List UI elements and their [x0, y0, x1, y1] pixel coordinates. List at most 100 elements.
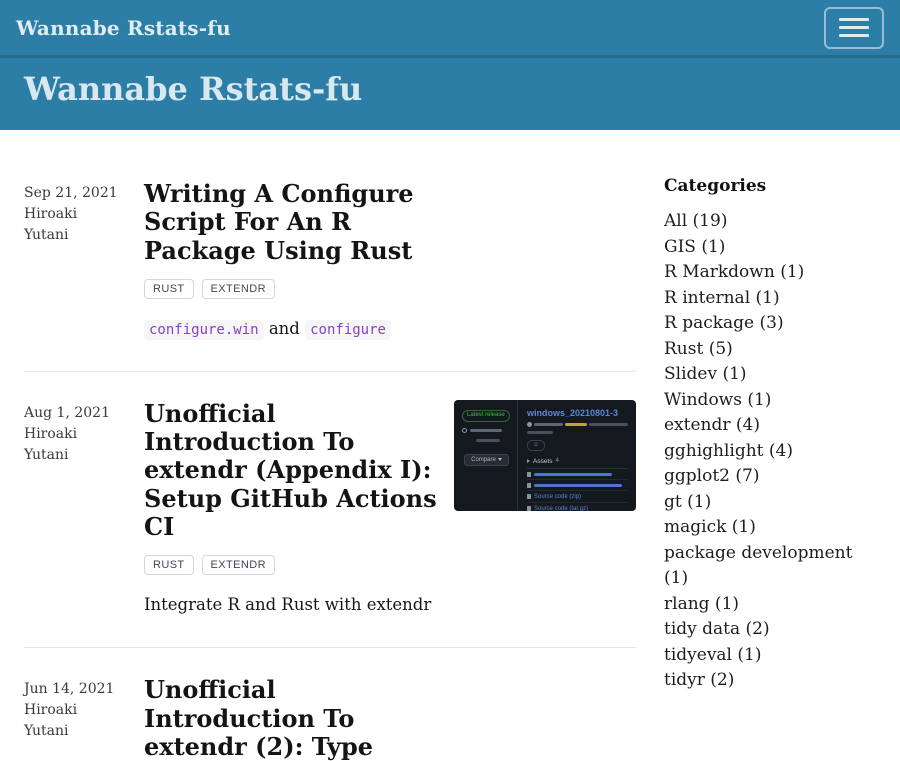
- post-description: configure.win and configure: [144, 317, 636, 341]
- file-icon: [527, 472, 531, 477]
- tag-badge: EXTENDR: [202, 279, 275, 299]
- navbar: Wannabe Rstats-fu: [0, 0, 900, 58]
- asset-row: [527, 480, 628, 491]
- post-date: Aug 1, 2021: [24, 403, 144, 424]
- highlight-bar: [565, 423, 587, 426]
- category-link[interactable]: Windows (1): [664, 390, 771, 410]
- tag-badge: EXTENDR: [202, 555, 275, 575]
- post-meta: Aug 1, 2021 Hiroaki Yutani: [24, 396, 144, 617]
- post-item: Sep 21, 2021 Hiroaki Yutani Writing A Co…: [24, 176, 636, 372]
- thumbnail-release-body: windows_20210801-3 ☺: [518, 400, 636, 511]
- inline-code: configure.win: [144, 320, 264, 340]
- post-meta: Sep 21, 2021 Hiroaki Yutani: [24, 176, 144, 341]
- asset-row: Source code (zip): [527, 491, 628, 503]
- commit-hash-bar: [476, 439, 500, 442]
- tag-badge: RUST: [144, 555, 194, 575]
- site-banner: Wannabe Rstats-fu: [0, 58, 900, 130]
- post-meta: Jun 14, 2021 Hiroaki Yutani: [24, 672, 144, 761]
- category-item: gt (1): [664, 490, 876, 516]
- release-subtext-line: [527, 431, 628, 434]
- category-link[interactable]: R internal (1): [664, 288, 780, 308]
- categories-heading: Categories: [664, 176, 876, 196]
- category-item: tidyr (2): [664, 668, 876, 694]
- inline-code: configure: [305, 320, 391, 340]
- file-icon: [527, 494, 531, 499]
- tag-icon: [462, 428, 467, 433]
- post-tags: RUST EXTENDR: [144, 279, 636, 299]
- asset-link-bar: [534, 473, 612, 476]
- site-title[interactable]: Wannabe Rstats-fu: [24, 70, 876, 108]
- category-item: R package (3): [664, 311, 876, 337]
- category-link[interactable]: Rust (5): [664, 339, 733, 359]
- category-link[interactable]: tidy data (2): [664, 619, 770, 639]
- asset-row: [527, 469, 628, 480]
- assets-heading: Assets 4: [527, 458, 628, 465]
- release-title: windows_20210801-3: [527, 408, 628, 418]
- post-title-link[interactable]: Unofficial Introduction To extendr (Appe…: [144, 400, 444, 542]
- title-row: Unofficial Introduction To extendr (Appe…: [144, 396, 636, 542]
- category-link[interactable]: package development (1): [664, 543, 852, 589]
- category-link[interactable]: magick (1): [664, 517, 756, 537]
- post-thumbnail[interactable]: Latest release Compare windows_2021: [454, 400, 636, 511]
- post-body: Writing A Configure Script For An R Pack…: [144, 176, 636, 341]
- category-item: Rust (5): [664, 337, 876, 363]
- avatar: [527, 422, 532, 427]
- categories-list: All (19) GIS (1) R Markdown (1) R internal …: [664, 209, 876, 694]
- post-title-link[interactable]: Unofficial Introduction To extendr (2): …: [144, 676, 444, 761]
- post-item: Aug 1, 2021 Hiroaki Yutani Unofficial In…: [24, 396, 636, 648]
- category-item: ggplot2 (7): [664, 464, 876, 490]
- post-list: Sep 21, 2021 Hiroaki Yutani Writing A Co…: [24, 176, 636, 761]
- category-link[interactable]: gt (1): [664, 492, 711, 512]
- compare-button: Compare: [464, 454, 509, 466]
- category-link[interactable]: GIS (1): [664, 237, 725, 257]
- post-date: Jun 14, 2021: [24, 679, 144, 700]
- category-link[interactable]: tidyr (2): [664, 670, 734, 690]
- category-link[interactable]: rlang (1): [664, 594, 739, 614]
- category-item: R internal (1): [664, 286, 876, 312]
- post-author: Hiroaki Yutani: [24, 424, 88, 466]
- post-body: Unofficial Introduction To extendr (2): …: [144, 672, 636, 761]
- file-icon: [527, 483, 531, 488]
- category-item: extendr (4): [664, 413, 876, 439]
- category-item: All (19): [664, 209, 876, 235]
- category-link[interactable]: Slidev (1): [664, 364, 747, 384]
- category-link[interactable]: R Markdown (1): [664, 262, 804, 282]
- asset-row: Source code (tar.gz): [527, 503, 628, 511]
- category-item: GIS (1): [664, 235, 876, 261]
- tag-badge: RUST: [144, 279, 194, 299]
- hamburger-icon: [839, 26, 869, 29]
- category-item: package development (1): [664, 541, 876, 592]
- hamburger-icon: [839, 18, 869, 21]
- content-area: Sep 21, 2021 Hiroaki Yutani Writing A Co…: [0, 130, 900, 761]
- post-tags: RUST EXTENDR: [144, 555, 636, 575]
- category-item: tidyeval (1): [664, 643, 876, 669]
- release-tag-row: [462, 428, 511, 433]
- caret-down-icon: [498, 458, 502, 461]
- post-author: Hiroaki Yutani: [24, 204, 88, 246]
- post-item: Jun 14, 2021 Hiroaki Yutani Unofficial I…: [24, 672, 636, 761]
- file-icon: [527, 506, 531, 511]
- post-title-link[interactable]: Writing A Configure Script For An R Pack…: [144, 180, 444, 265]
- source-zip-link: Source code (zip): [534, 494, 581, 500]
- category-item: gghighlight (4): [664, 439, 876, 465]
- categories-sidebar: Categories All (19) GIS (1) R Markdown (1)…: [664, 176, 876, 761]
- category-link[interactable]: R package (3): [664, 313, 784, 333]
- category-link[interactable]: extendr (4): [664, 415, 760, 435]
- navbar-toggler-button[interactable]: [824, 7, 884, 49]
- category-link[interactable]: All (19): [664, 211, 727, 231]
- category-item: Slidev (1): [664, 362, 876, 388]
- category-link[interactable]: tidyeval (1): [664, 645, 761, 665]
- asset-link-bar: [534, 484, 622, 487]
- category-link[interactable]: gghighlight (4): [664, 441, 793, 461]
- commit-row: [462, 439, 511, 442]
- release-meta-line: [527, 422, 628, 427]
- latest-release-badge: Latest release: [462, 410, 510, 422]
- source-targz-link: Source code (tar.gz): [534, 506, 588, 511]
- category-item: Windows (1): [664, 388, 876, 414]
- post-body: Unofficial Introduction To extendr (Appe…: [144, 396, 636, 617]
- navbar-brand[interactable]: Wannabe Rstats-fu: [16, 16, 231, 40]
- category-item: R Markdown (1): [664, 260, 876, 286]
- hamburger-icon: [839, 34, 869, 37]
- post-date: Sep 21, 2021: [24, 183, 144, 204]
- category-link[interactable]: ggplot2 (7): [664, 466, 759, 486]
